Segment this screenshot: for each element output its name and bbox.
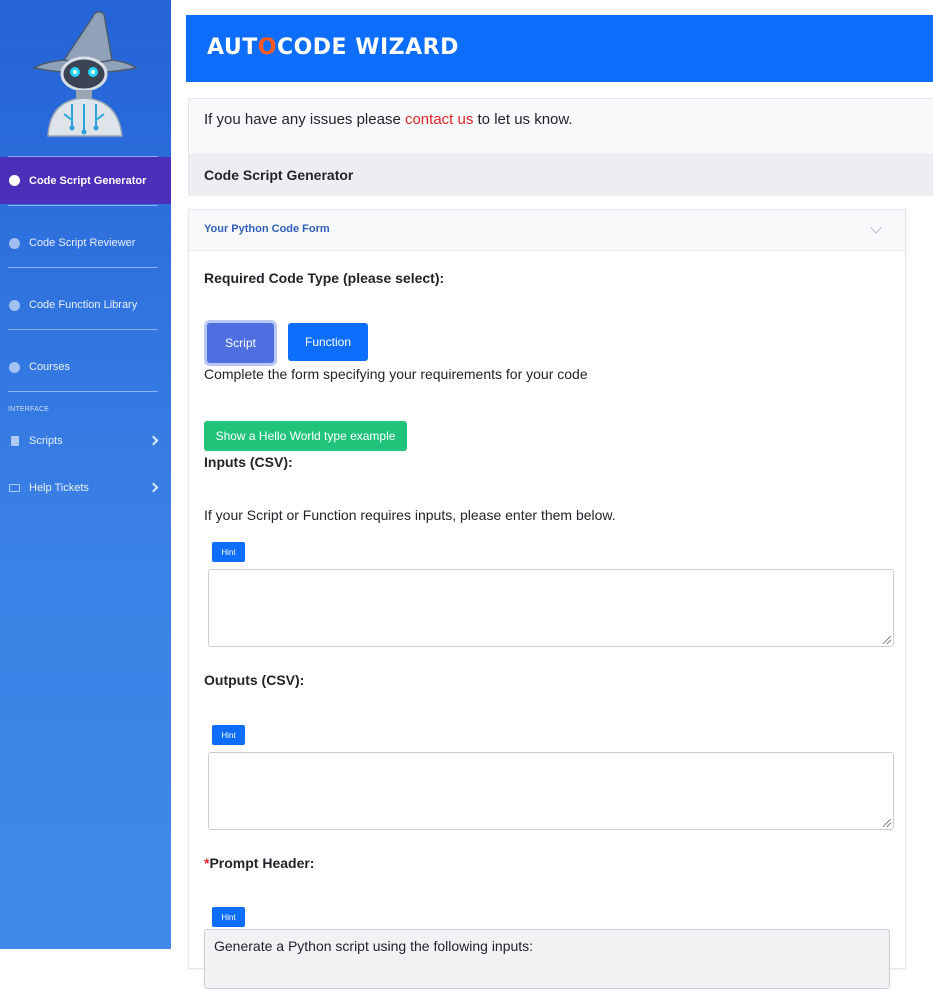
sidebar-item-label: Code Function Library (29, 299, 138, 311)
robot-wizard-logo[interactable] (20, 4, 150, 146)
form-card-header[interactable]: Your Python Code Form (189, 210, 905, 251)
sidebar-section-heading: INTERFACE (8, 406, 50, 413)
help-circle-icon (9, 361, 20, 373)
contact-us-link[interactable]: contact us (405, 111, 473, 128)
sidebar-item-label: Courses (29, 361, 70, 373)
sidebar: Code Script Generator Code Script Review… (0, 0, 171, 949)
help-circle-icon (9, 299, 20, 311)
help-circle-icon (9, 237, 20, 249)
info-card: If you have any issues please contact us… (188, 98, 933, 196)
prompt-header-textarea[interactable]: Generate a Python script using the follo… (204, 929, 890, 989)
sidebar-item-code-function-library[interactable]: Code Function Library (0, 287, 171, 323)
file-icon (11, 436, 19, 446)
ticket-icon (9, 484, 20, 492)
inputs-help-text: If your Script or Function requires inpu… (204, 507, 616, 523)
sidebar-divider (8, 329, 158, 330)
form-instructions: Complete the form specifying your requir… (204, 366, 588, 382)
page-section-header: Code Script Generator (189, 154, 933, 196)
resize-handle-icon[interactable] (883, 819, 891, 827)
python-code-form: Your Python Code Form Required Code Type… (188, 209, 906, 989)
chevron-right-icon (148, 435, 159, 446)
outputs-hint-button[interactable]: Hint (212, 725, 245, 745)
sidebar-item-label: Code Script Generator (29, 174, 147, 187)
sidebar-item-label: Help Tickets (29, 482, 89, 494)
app-title-part: CODE WIZARD (276, 35, 459, 60)
sidebar-item-label: Code Script Reviewer (29, 237, 136, 249)
code-type-label: Required Code Type (please select): (204, 270, 445, 286)
app-title: AUTOCODE WIZARD (207, 35, 459, 60)
script-button[interactable]: Script (207, 323, 274, 363)
function-button[interactable]: Function (288, 323, 368, 361)
form-card-title: Your Python Code Form (204, 223, 330, 235)
app-title-part: AUT (207, 35, 258, 60)
sidebar-divider (8, 205, 158, 206)
outputs-label: Outputs (CSV): (204, 672, 305, 688)
sidebar-item-code-script-generator[interactable]: Code Script Generator (0, 157, 171, 204)
support-text: If you have any issues please (204, 111, 405, 128)
resize-handle-icon[interactable] (883, 636, 891, 644)
prompt-header-value: Generate a Python script using the follo… (214, 938, 534, 954)
dashboard-icon (9, 175, 20, 186)
chevron-right-icon (148, 482, 159, 493)
sidebar-item-label: Scripts (29, 435, 63, 447)
prompt-header-label: *Prompt Header: (204, 855, 314, 871)
sidebar-item-code-script-reviewer[interactable]: Code Script Reviewer (0, 225, 171, 261)
page-title: Code Script Generator (204, 167, 354, 183)
sidebar-item-scripts[interactable]: Scripts (0, 423, 171, 459)
prompt-header-label-text: Prompt Header: (209, 855, 315, 871)
support-text: to let us know. (473, 111, 573, 128)
sidebar-divider (8, 267, 158, 268)
outputs-textarea[interactable] (208, 752, 894, 830)
chevron-down-icon[interactable] (870, 222, 882, 234)
sidebar-item-courses[interactable]: Courses (0, 349, 171, 385)
sidebar-item-help-tickets[interactable]: Help Tickets (0, 470, 171, 506)
hello-world-example-button[interactable]: Show a Hello World type example (204, 421, 407, 451)
app-title-accent: O (257, 35, 277, 60)
inputs-label: Inputs (CSV): (204, 454, 293, 470)
inputs-hint-button[interactable]: Hint (212, 542, 245, 562)
prompt-header-hint-button[interactable]: Hint (212, 907, 245, 927)
app-banner: AUTOCODE WIZARD (186, 15, 933, 82)
sidebar-divider (8, 391, 158, 392)
inputs-textarea[interactable] (208, 569, 894, 647)
support-message: If you have any issues please contact us… (204, 111, 573, 128)
